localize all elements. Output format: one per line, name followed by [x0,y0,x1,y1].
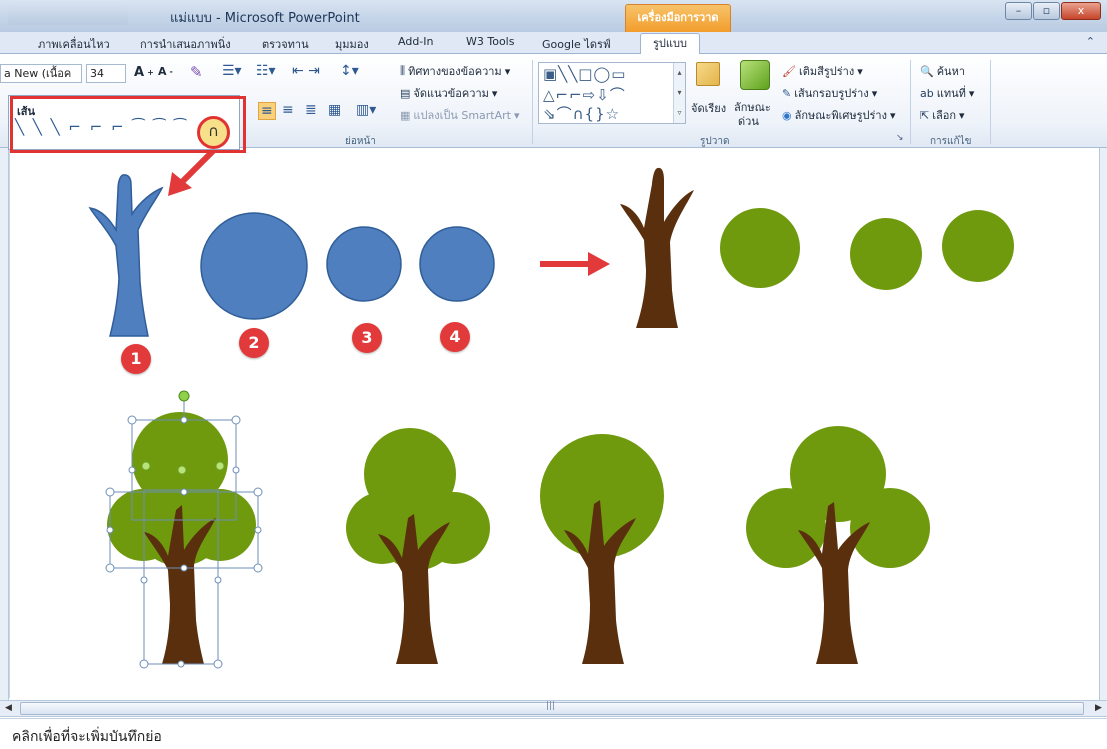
step-badge-3: 3 [352,323,382,353]
annotation-arrow-top [168,145,219,196]
cursor-arrow-icon: ⇱ [920,108,930,122]
horizontal-scrollbar[interactable]: ◀ ||| ▶ [0,700,1107,717]
paint-bucket-icon: 🖌 [782,64,796,78]
tab-w3-tools[interactable]: W3 Tools [466,35,514,48]
tab-google-drive[interactable]: Google ไดรฟ์ [542,35,611,53]
curve-shape-icon[interactable]: ∩ [197,116,230,149]
blue-trunk-shape[interactable] [88,174,164,337]
brown-trunk-shape[interactable] [620,167,694,328]
slide-canvas[interactable]: 1 2 3 4 [9,145,1099,698]
replace-icon: ab [920,86,934,100]
notes-placeholder: คลิกเพื่อที่จะเพิ่มบันทึกย่อ [12,729,162,745]
arrange-icon [696,62,720,86]
pencil-outline-icon: ✎ [782,86,792,100]
quick-styles-icon [740,60,770,90]
group-separator [990,60,991,144]
align-text-button[interactable]: ▤ จัดแนวข้อความ ▾ [400,84,497,102]
indent-icons[interactable]: ⇤ ⇥ [292,63,320,79]
text-direction-button[interactable]: ⫼ ทิศทางของข้อความ ▾ [400,62,510,80]
shapes-row-1: ▣╲╲□◯▭ [543,65,627,83]
clear-format-icon[interactable]: ✎ [190,63,203,81]
minimize-button[interactable]: – [1005,2,1032,20]
drawing-group-label: รูปวาด [700,136,730,147]
tab-animations[interactable]: ภาพเคลื่อนไหว [38,35,110,53]
window-title: แม่แบบ - Microsoft PowerPoint [170,11,360,26]
close-button[interactable]: x [1061,2,1101,20]
scroll-left-arrow-icon[interactable]: ◀ [0,701,17,716]
grow-font-icon[interactable]: A + [134,65,154,80]
group-separator [532,60,533,144]
quick-styles-button[interactable] [740,60,770,90]
tab-add-in[interactable]: Add-In [398,35,433,48]
tab-review[interactable]: ตรวจทาน [262,35,309,53]
paragraph-group-label: ย่อหน้า [345,136,376,147]
drawing-dialog-launcher-icon[interactable]: ↘ [896,133,904,143]
group-separator [910,60,911,144]
align-text-icon: ▤ [400,86,411,100]
convert-smartart-button[interactable]: ▦ แปลงเป็น SmartArt ▾ [400,106,520,124]
ribbon-tabs: ภาพเคลื่อนไหว การนำเสนอภาพนิ่ง ตรวจทาน ม… [0,32,1107,55]
shape-fill-button[interactable]: 🖌 เติมสีรูปร่าง ▾ [782,62,863,80]
distributed-icon[interactable]: ▦ [328,102,341,118]
slide-right-gutter [1099,148,1107,700]
font-name-combo[interactable]: a New (เนื้อค [0,64,82,83]
quick-access-toolbar[interactable] [8,7,128,25]
blue-circle-large[interactable] [200,212,308,320]
green-circle-small[interactable] [942,210,1014,282]
thumb-grip-icon: ||| [546,701,556,711]
binoculars-icon: 🔍 [920,64,934,78]
tree-round[interactable] [540,434,664,664]
step-badge-4: 4 [440,322,470,352]
restore-button[interactable]: ▫ [1033,2,1060,20]
font-size-combo[interactable]: 34 [86,64,126,83]
tree-selected[interactable] [105,390,263,669]
scroll-right-arrow-icon[interactable]: ▶ [1090,701,1107,716]
line-spacing-icon[interactable]: ↕▾ [340,63,359,79]
tab-slide-show[interactable]: การนำเสนอภาพนิ่ง [140,35,231,53]
tab-view[interactable]: มุมมอง [335,35,369,53]
shapes-row-3: ⇘⌒∩{}☆ [543,105,621,123]
arrange-button[interactable] [696,62,720,86]
tab-format[interactable]: รูปแบบ [640,33,700,55]
editing-group-label: การแก้ไข [930,136,972,147]
blue-circle-small[interactable] [419,226,495,302]
align-center-icon[interactable]: ≡ [258,102,276,120]
tree-three-circles[interactable] [346,428,490,664]
notes-pane[interactable]: คลิกเพื่อที่จะเพิ่มบันทึกย่อ [0,718,1107,749]
align-right-icon[interactable]: ≡ [282,102,294,118]
drawing-tools-context-header: เครื่องมือการวาด [625,4,731,32]
ribbon-collapse-icon[interactable]: ⌃ [1086,35,1095,48]
slide-drawing [88,145,1014,669]
green-circle-large[interactable] [720,208,800,288]
step-badge-1: 1 [121,344,151,374]
scrollbar-thumb[interactable]: ||| [20,701,1084,715]
columns-icon[interactable]: ▥▾ [356,102,376,118]
select-button[interactable]: ⇱ เลือก ▾ [920,106,965,124]
tree-open-canopy[interactable] [746,426,930,664]
shape-outline-button[interactable]: ✎ เส้นกรอบรูปร่าง ▾ [782,84,877,102]
arrange-label: จัดเรียง [691,102,727,115]
window-controls: – ▫ x [1005,2,1101,20]
find-button[interactable]: 🔍 ค้นหา [920,62,965,80]
shape-effects-button[interactable]: ◉ ลักษณะพิเศษรูปร่าง ▾ [782,106,896,124]
blue-circle-medium[interactable] [326,226,402,302]
numbering-icon[interactable]: ☷▾ [256,63,276,79]
text-direction-icon: ⫼ [400,64,406,77]
slide-left-gutter [0,148,9,700]
shapes-row-2: △⌐⌐⇨⇩⌒ [543,86,626,104]
smartart-icon: ▦ [400,108,411,122]
shape-effects-icon: ◉ [782,108,792,122]
justify-icon[interactable]: ≣ [305,102,317,118]
step-badge-2: 2 [239,328,269,358]
replace-button[interactable]: ab แทนที่ ▾ [920,84,974,102]
bullets-icon[interactable]: ☰▾ [222,63,242,79]
shapes-gallery[interactable]: ▣╲╲□◯▭ △⌐⌐⇨⇩⌒ ⇘⌒∩{}☆ ▴ ▾ ▿ [538,62,686,124]
quick-styles-label-2: ด่วน [738,115,759,128]
title-bar: แม่แบบ - Microsoft PowerPoint เครื่องมือ… [0,0,1107,32]
gallery-scroll[interactable]: ▴ ▾ ▿ [673,63,685,123]
annotation-arrow-right [540,252,610,276]
shrink-font-icon[interactable]: A- [158,65,173,78]
green-circle-medium[interactable] [850,218,922,290]
